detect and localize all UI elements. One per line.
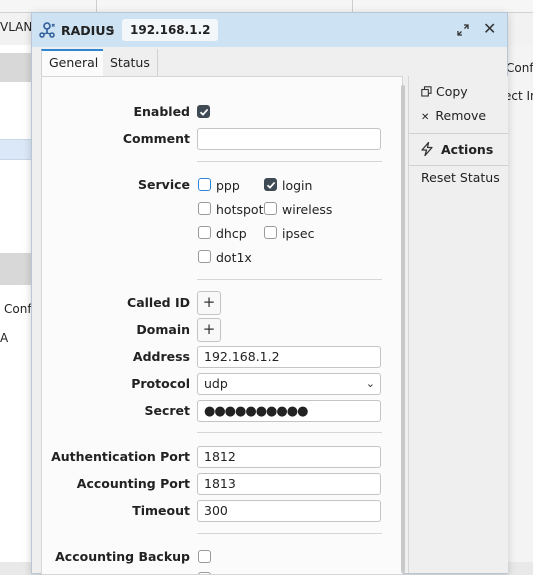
radius-icon (39, 22, 55, 38)
service-ppp-checkbox[interactable] (198, 178, 211, 191)
service-ppp-label: ppp (216, 178, 240, 193)
copy-icon (421, 86, 432, 97)
service-hotspot-checkbox[interactable] (198, 202, 211, 215)
called-id-label: Called ID (127, 295, 190, 310)
window-title: RADIUS (61, 23, 115, 38)
service-login-checkbox[interactable] (264, 178, 277, 191)
enabled-label-wrap: Enabled (42, 102, 190, 122)
address-label: Address (132, 349, 190, 364)
background-right-ect: ect In (506, 89, 533, 103)
enabled-label: Enabled (133, 104, 190, 119)
service-dot1x-label: dot1x (216, 250, 252, 265)
service-login-label: login (282, 178, 313, 193)
actions-panel: Copy ✕ Remove Actions Reset Status (408, 76, 508, 573)
comment-label-wrap: Comment (42, 129, 190, 149)
service-wireless-checkbox[interactable] (264, 202, 277, 215)
domain-label: Domain (136, 322, 190, 337)
background-separator (96, 0, 97, 12)
copy-action[interactable]: Copy (421, 84, 468, 99)
close-icon[interactable]: ✕ (483, 21, 496, 37)
general-form: Enabled Comment Service ppp login hotspo… (41, 76, 403, 575)
acct-backup-label-wrap: Accounting Backup (42, 547, 190, 567)
secret-field[interactable]: ●●●●●●●●●● (197, 400, 381, 422)
service-dot1x-checkbox[interactable] (198, 250, 211, 263)
auth-port-label: Authentication Port (51, 449, 190, 464)
check-icon (266, 181, 276, 189)
breadcrumb-chevron-icon: › (110, 23, 115, 37)
service-dhcp-checkbox[interactable] (198, 226, 211, 239)
comment-label: Comment (122, 131, 190, 146)
domain-label-wrap: Domain (42, 320, 190, 340)
actions-divider (409, 165, 508, 166)
enabled-checkbox[interactable] (197, 105, 210, 118)
called-id-add-button[interactable]: + (197, 291, 221, 315)
address-label-wrap: Address (42, 347, 190, 367)
divider (197, 161, 382, 162)
remove-action[interactable]: ✕ Remove (421, 108, 486, 123)
comment-field[interactable] (197, 128, 381, 150)
actions-header-label: Actions (441, 142, 494, 157)
close-icon: ✕ (421, 112, 430, 123)
background-selected-row (0, 139, 32, 160)
tab-status[interactable]: Status (103, 49, 158, 76)
background-right-conf: Conf (506, 61, 533, 75)
acct-backup-checkbox[interactable] (198, 550, 211, 563)
divider (197, 533, 382, 534)
service-ipsec-checkbox[interactable] (264, 226, 277, 239)
background-left-conf: Conf (4, 302, 32, 316)
called-id-label-wrap: Called ID (42, 293, 190, 313)
timeout-label-wrap: Timeout (42, 501, 190, 521)
protocol-label-wrap: Protocol (42, 374, 190, 394)
actions-divider (409, 133, 508, 134)
divider (197, 432, 382, 433)
address-field[interactable]: 192.168.1.2 (197, 346, 381, 368)
form-scrollbar[interactable] (401, 85, 405, 573)
auth-port-field[interactable]: 1812 (197, 446, 381, 468)
acct-port-label: Accounting Port (76, 476, 190, 491)
tab-general[interactable]: General (41, 49, 107, 76)
divider (197, 279, 382, 280)
check-icon (199, 108, 209, 116)
service-label: Service (138, 177, 190, 192)
timeout-label: Timeout (132, 503, 190, 518)
chevron-down-icon: ⌄ (365, 377, 375, 390)
service-hotspot-label: hotspot (216, 202, 264, 217)
service-wireless-label: wireless (282, 202, 333, 217)
domain-add-button[interactable]: + (197, 318, 221, 342)
secret-value: ●●●●●●●●●● (204, 404, 308, 419)
protocol-select[interactable]: udp ⌄ (197, 373, 381, 395)
background-left-a: A (0, 331, 9, 345)
service-ipsec-label: ipsec (282, 226, 315, 241)
breadcrumb-item[interactable]: 192.168.1.2 (122, 19, 219, 41)
background-vlan-label: VLAN (0, 20, 33, 34)
background-right-panel: Conf ect In (506, 45, 533, 562)
radius-window: RADIUS › 192.168.1.2 ✕ General Status En… (31, 12, 508, 575)
window-titlebar[interactable]: RADIUS › 192.168.1.2 ✕ (32, 13, 507, 47)
service-dhcp-label: dhcp (216, 226, 247, 241)
tab-bar: General Status (32, 47, 507, 76)
background-separator (352, 0, 353, 12)
background-band (0, 53, 32, 82)
timeout-field[interactable]: 300 (197, 500, 381, 522)
lightning-icon (421, 141, 433, 157)
reset-status-action[interactable]: Reset Status (421, 170, 500, 185)
remove-label: Remove (435, 108, 487, 123)
secret-label-wrap: Secret (42, 401, 190, 421)
service-label-wrap: Service (42, 175, 190, 195)
acct-port-label-wrap: Accounting Port (42, 474, 190, 494)
expand-icon[interactable] (456, 23, 470, 37)
acct-port-field[interactable]: 1813 (197, 473, 381, 495)
protocol-value: udp (204, 376, 228, 391)
background-band (0, 253, 32, 285)
auth-port-label-wrap: Authentication Port (42, 447, 190, 467)
protocol-label: Protocol (131, 376, 190, 391)
copy-label: Copy (436, 84, 468, 99)
secret-label: Secret (144, 403, 190, 418)
